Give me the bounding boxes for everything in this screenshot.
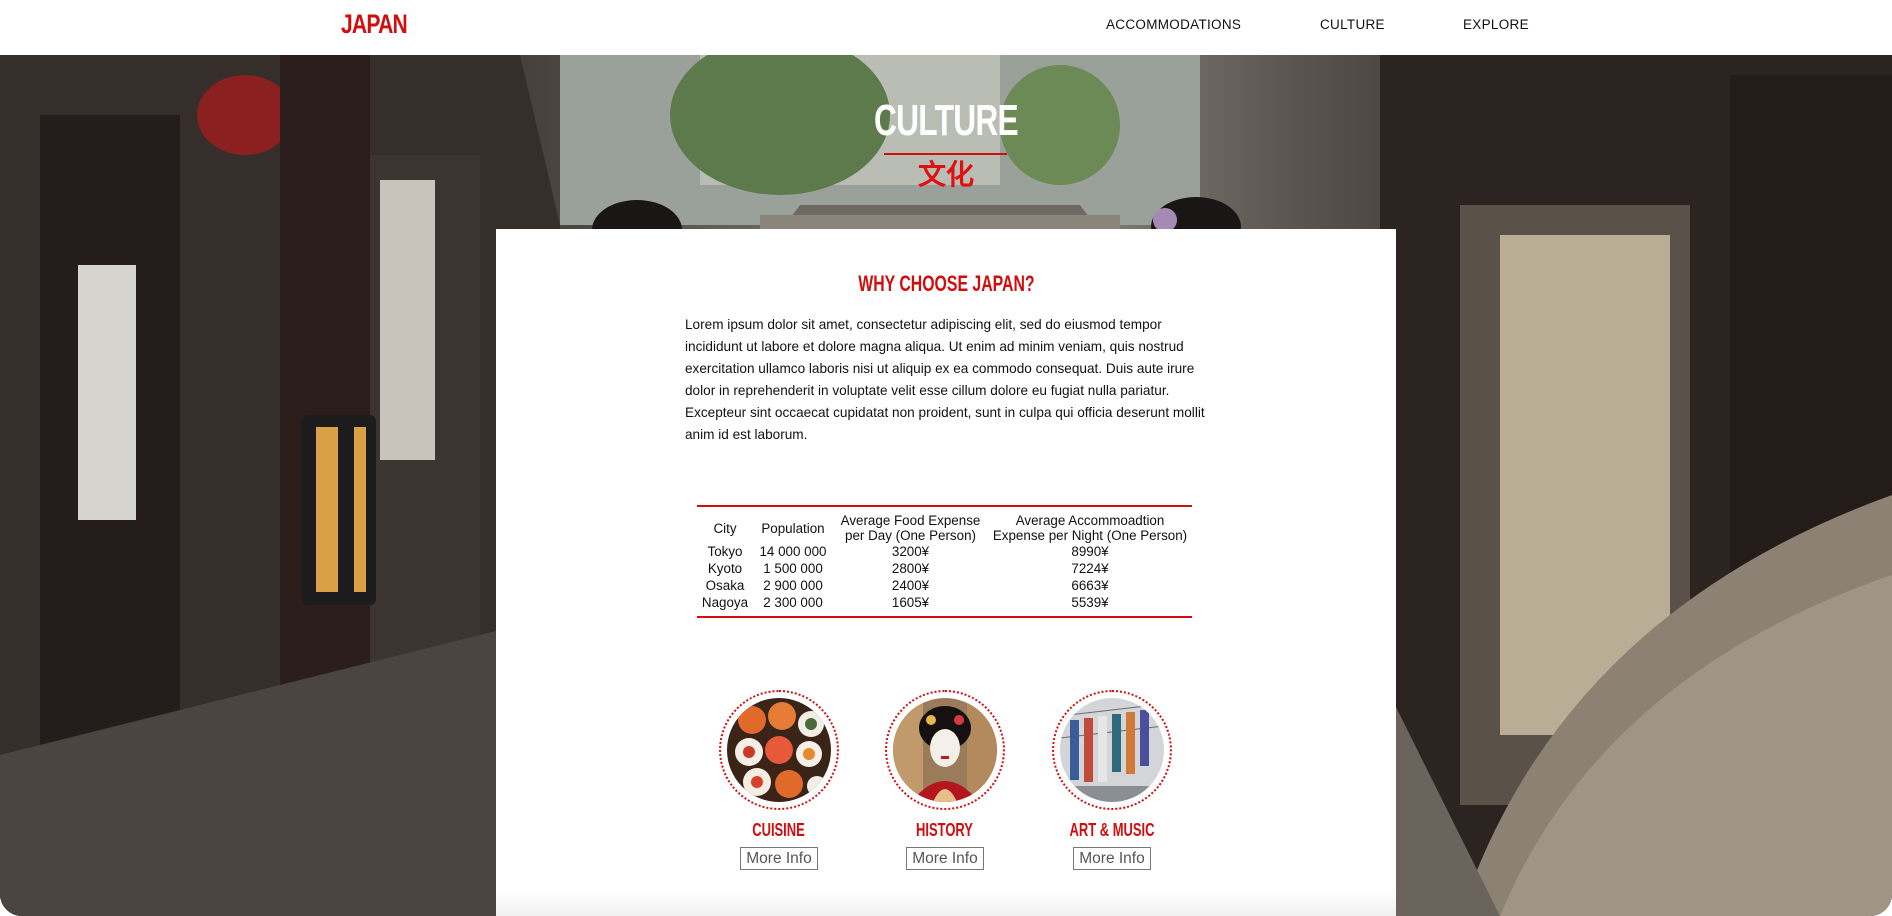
top-navbar: JAPAN ACCOMMODATIONS CULTURE EXPLORE bbox=[0, 0, 1892, 55]
table-cell-city: Nagoya bbox=[701, 595, 749, 610]
city-cost-table-container: City Population Average Food Expense per… bbox=[697, 505, 1192, 618]
table-cell-population: 14 000 000 bbox=[759, 544, 827, 559]
table-cell-city: Tokyo bbox=[707, 544, 743, 559]
card-history: HISTORY More Info bbox=[865, 690, 1025, 870]
table-cell-city: Osaka bbox=[705, 578, 745, 593]
nav-link-accommodations[interactable]: ACCOMMODATIONS bbox=[1106, 17, 1241, 33]
card-title-art-music: ART & MUSIC bbox=[1032, 820, 1192, 840]
table-header-food-expense: Average Food Expense per Day (One Person… bbox=[840, 513, 981, 543]
card-title-cuisine-text: CUISINE bbox=[752, 820, 806, 840]
page-subtitle-kanji: 文化 bbox=[917, 159, 974, 190]
table-cell-accommodation: 7224¥ bbox=[1071, 561, 1109, 576]
card-image-frame bbox=[1052, 690, 1172, 810]
card-image-frame bbox=[885, 690, 1005, 810]
table-cell-population: 2 900 000 bbox=[763, 578, 823, 593]
table-cell-food: 2800¥ bbox=[891, 561, 930, 576]
title-underline-divider bbox=[884, 153, 1007, 155]
table-header-population: Population bbox=[761, 520, 825, 536]
more-info-button-history[interactable]: More Info bbox=[906, 847, 984, 870]
sushi-photo-icon bbox=[727, 698, 831, 802]
table-cell-population: 1 500 000 bbox=[763, 561, 823, 576]
card-cuisine: CUISINE More Info bbox=[699, 690, 859, 870]
table-row: Tokyo 14 000 000 3200¥ 8990¥ bbox=[697, 543, 1192, 560]
page-title: CULTURE bbox=[0, 96, 1892, 146]
table-cell-food: 1605¥ bbox=[891, 595, 930, 610]
page: JAPAN ACCOMMODATIONS CULTURE EXPLORE CUL… bbox=[0, 0, 1892, 916]
table-cell-population: 2 300 000 bbox=[763, 595, 823, 610]
nav-link-explore[interactable]: EXPLORE bbox=[1463, 17, 1529, 33]
koinobori-photo-icon bbox=[1060, 698, 1164, 802]
table-cell-city: Kyoto bbox=[707, 561, 743, 576]
city-cost-table: City Population Average Food Expense per… bbox=[697, 513, 1192, 611]
page-title-text: CULTURE bbox=[874, 96, 1019, 145]
geisha-photo-icon bbox=[893, 698, 997, 802]
table-cell-accommodation: 6663¥ bbox=[1071, 578, 1109, 593]
card-title-art-music-text: ART & MUSIC bbox=[1069, 820, 1155, 840]
table-cell-food: 3200¥ bbox=[891, 544, 930, 559]
table-cell-accommodation: 8990¥ bbox=[1071, 544, 1109, 559]
card-image-frame bbox=[719, 690, 839, 810]
more-info-button-cuisine[interactable]: More Info bbox=[740, 847, 818, 870]
table-header-accommodation-expense: Average Accommoadtion Expense per Night … bbox=[992, 513, 1188, 543]
card-title-cuisine: CUISINE bbox=[699, 820, 859, 840]
content-panel: WHY CHOOSE JAPAN? Lorem ipsum dolor sit … bbox=[496, 229, 1396, 916]
table-row: Kyoto 1 500 000 2800¥ 7224¥ bbox=[697, 560, 1192, 577]
table-cell-accommodation: 5539¥ bbox=[1071, 595, 1109, 610]
nav-link-culture[interactable]: CULTURE bbox=[1320, 17, 1385, 33]
more-info-button-art-music[interactable]: More Info bbox=[1073, 847, 1151, 870]
table-row: Nagoya 2 300 000 1605¥ 5539¥ bbox=[697, 594, 1192, 611]
site-logo[interactable]: JAPAN bbox=[341, 8, 408, 40]
card-art-music: ART & MUSIC More Info bbox=[1032, 690, 1192, 870]
card-title-history: HISTORY bbox=[865, 820, 1025, 840]
intro-paragraph: Lorem ipsum dolor sit amet, consectetur … bbox=[685, 317, 1205, 442]
table-header-row: City Population Average Food Expense per… bbox=[697, 513, 1192, 543]
table-row: Osaka 2 900 000 2400¥ 6663¥ bbox=[697, 577, 1192, 594]
section-heading: WHY CHOOSE JAPAN? bbox=[496, 271, 1396, 297]
table-header-city: City bbox=[713, 520, 737, 536]
section-heading-text: WHY CHOOSE JAPAN? bbox=[857, 271, 1035, 296]
card-title-history-text: HISTORY bbox=[916, 820, 974, 840]
panel-bottom-shade bbox=[496, 890, 1396, 916]
table-cell-food: 2400¥ bbox=[891, 578, 930, 593]
